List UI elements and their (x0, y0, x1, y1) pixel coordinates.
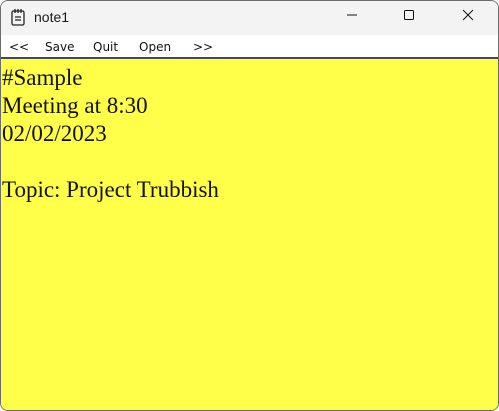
window-title: note1 (34, 9, 70, 25)
minimize-button[interactable] (329, 1, 375, 33)
save-button[interactable]: Save (45, 39, 74, 55)
minimize-icon (346, 8, 358, 26)
open-button[interactable]: Open (139, 39, 171, 55)
notepad-icon (11, 8, 25, 26)
close-button[interactable] (445, 1, 491, 33)
maximize-button[interactable] (386, 1, 432, 33)
menu-bar: << Save Quit Open >> (1, 35, 498, 59)
quit-button[interactable]: Quit (93, 39, 118, 55)
close-icon (462, 8, 474, 26)
title-bar[interactable]: note1 (1, 1, 498, 35)
previous-note-button[interactable]: << (9, 39, 29, 55)
next-note-button[interactable]: >> (193, 39, 213, 55)
note-content[interactable]: #Sample Meeting at 8:30 02/02/2023 Topic… (2, 64, 219, 204)
maximize-icon (403, 8, 415, 26)
note-editor[interactable]: #Sample Meeting at 8:30 02/02/2023 Topic… (1, 59, 498, 410)
note-window: note1 << Save Quit Open >> #Sample Meeti… (0, 0, 499, 411)
